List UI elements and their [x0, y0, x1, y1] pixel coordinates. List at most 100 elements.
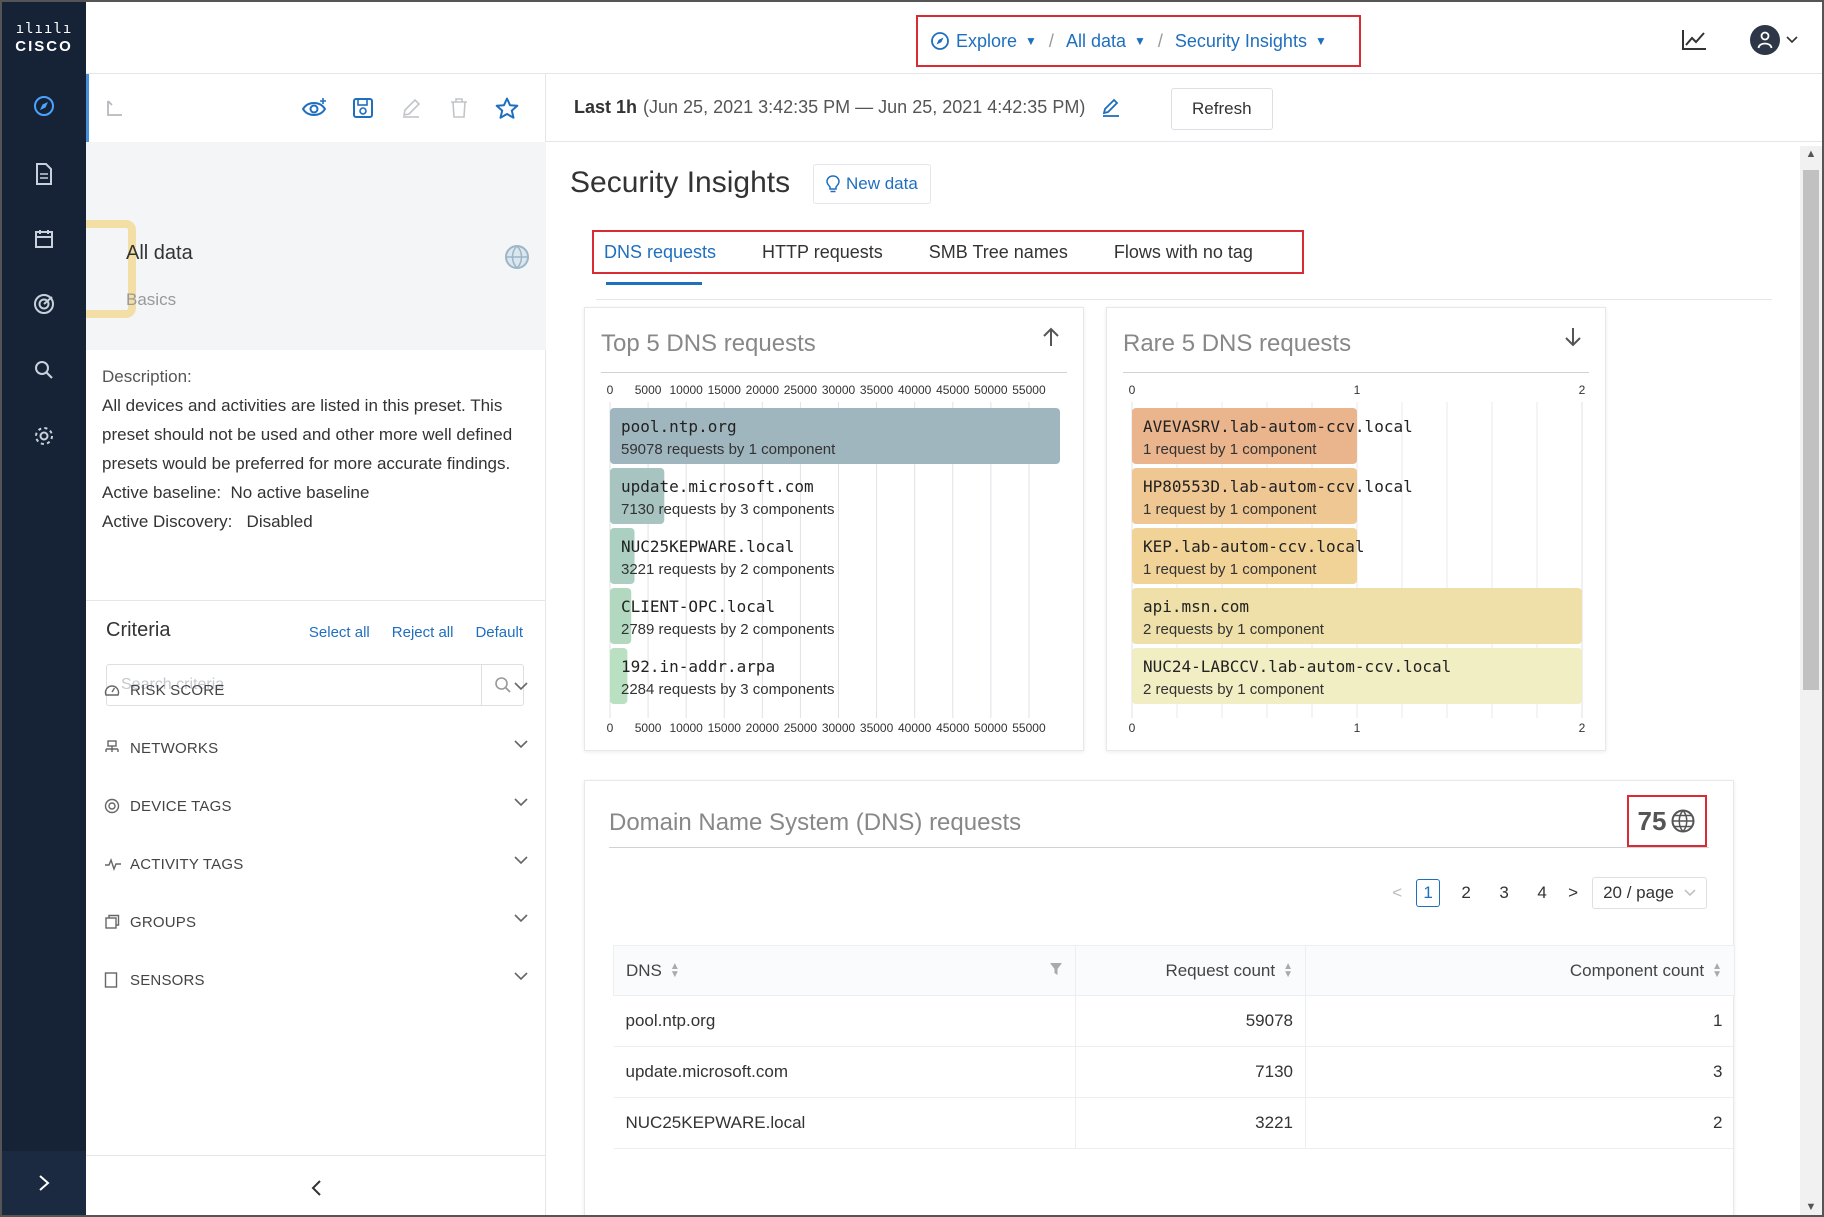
sort-icon[interactable]: ▲ ▼ — [1712, 962, 1722, 980]
rare-dns-card: Rare 5 DNS requests 0 0 1 1 2 2 AVEVASRV.lab-a… — [1106, 307, 1606, 751]
page-size-select[interactable]: 20 / page — [1592, 877, 1707, 909]
expand-nav-button[interactable] — [2, 1151, 86, 1215]
bottom-tick-label: 35000 — [860, 721, 894, 735]
page-size-value: 20 / page — [1603, 883, 1674, 902]
criteria-device-tags[interactable]: DEVICE TAGS — [104, 786, 528, 826]
save-preset-button[interactable] — [347, 92, 379, 124]
column-label: Component count — [1569, 960, 1705, 980]
dns-table-title: Domain Name System (DNS) requests — [609, 809, 1022, 836]
criteria-label: DEVICE TAGS — [130, 797, 232, 815]
page-2-button[interactable]: 2 — [1454, 883, 1478, 903]
next-page-button[interactable]: > — [1568, 883, 1578, 903]
delete-preset-button[interactable] — [443, 92, 475, 124]
new-data-button[interactable]: New data — [813, 164, 931, 204]
criteria-title: Criteria — [106, 619, 171, 641]
edit-preset-button[interactable] — [395, 92, 427, 124]
events-nav-button[interactable] — [2, 207, 86, 271]
preset-header: All data Basics — [86, 142, 546, 350]
breadcrumb-security-insights[interactable]: Security Insights — [1175, 31, 1307, 52]
compass-icon — [34, 96, 54, 116]
preset-toolbar — [86, 74, 546, 142]
description-label: Description: — [102, 367, 192, 386]
back-button[interactable] — [99, 92, 131, 124]
collapse-panel-button[interactable] — [86, 1155, 546, 1215]
monitor-nav-button[interactable] — [2, 272, 86, 336]
page-4-button[interactable]: 4 — [1530, 883, 1554, 903]
monitor-preset-button[interactable] — [299, 92, 331, 124]
chevron-left-icon — [311, 1179, 321, 1196]
favorite-preset-button[interactable] — [491, 92, 523, 124]
search-nav-button[interactable] — [2, 338, 86, 402]
settings-nav-button[interactable] — [2, 404, 86, 468]
table-row[interactable]: update.microsoft.com 7130 3 — [613, 1046, 1735, 1098]
compass-icon — [931, 32, 949, 50]
tab-flows-with-no-tag[interactable]: Flows with no tag — [1104, 232, 1275, 272]
sort-icon[interactable]: ▲ ▼ — [670, 962, 680, 980]
tab-list: DNS requests HTTP requests SMB Tree name… — [592, 230, 1304, 274]
rare-dns-chart: 0 0 1 1 2 2 AVEVASRV.lab-autom-ccv.local 1 requ… — [1129, 383, 1586, 735]
default-link[interactable]: Default — [475, 624, 523, 641]
scrollbar[interactable]: ▲ ▼ — [1800, 146, 1822, 1215]
tab-http-requests[interactable]: HTTP requests — [752, 232, 905, 272]
criteria-networks[interactable]: NETWORKS — [104, 728, 528, 768]
bar-category-label: HP80553D.lab-autom-ccv.local — [1143, 477, 1413, 496]
breadcrumb: Explore ▼ / All data ▼ / Security Insigh… — [916, 15, 1361, 67]
breadcrumb-explore[interactable]: Explore — [956, 31, 1017, 52]
tab-smb-tree-names[interactable]: SMB Tree names — [919, 232, 1090, 272]
top-tick-label: 0 — [1129, 383, 1136, 397]
time-range-label: Last 1h — [574, 97, 638, 117]
pagination: < 1 2 3 4 > 20 / page — [1392, 877, 1707, 909]
prev-page-button[interactable]: < — [1392, 883, 1402, 903]
globe-icon — [1671, 809, 1695, 833]
globe-icon — [504, 244, 530, 275]
criteria-groups[interactable]: GROUPS — [104, 902, 528, 942]
column-header-component-count[interactable]: Component count ▲ ▼ — [1305, 945, 1735, 996]
widgets-button[interactable] — [1676, 22, 1712, 58]
table-row[interactable]: NUC25KEPWARE.local 3221 2 — [613, 1097, 1735, 1149]
scroll-up-arrow[interactable]: ▲ — [1800, 148, 1822, 160]
chevron-down-icon — [514, 798, 528, 807]
column-header-dns[interactable]: DNS ▲ ▼ — [613, 945, 1076, 996]
radar-icon — [34, 294, 54, 314]
caret-down-icon[interactable]: ▼ — [1134, 34, 1146, 48]
caret-down-icon[interactable]: ▼ — [1025, 34, 1037, 48]
filter-icon[interactable] — [1049, 961, 1063, 981]
bar-category-label: pool.ntp.org — [621, 417, 737, 436]
eye-plus-icon — [301, 98, 327, 116]
caret-down-icon[interactable]: ▼ — [1315, 34, 1327, 48]
page-3-button[interactable]: 3 — [1492, 883, 1516, 903]
bar-value-label: 2789 requests by 2 components — [621, 621, 834, 638]
tab-dns-requests[interactable]: DNS requests — [594, 232, 738, 272]
pencil-icon — [402, 98, 421, 118]
bar-value-label: 1 request by 1 component — [1143, 441, 1317, 458]
criteria-sensors[interactable]: SENSORS — [104, 960, 528, 1000]
scroll-down-arrow[interactable]: ▼ — [1800, 1201, 1822, 1213]
user-menu-button[interactable] — [1750, 20, 1798, 60]
edit-time-range-button[interactable] — [1101, 98, 1121, 118]
star-icon — [495, 97, 519, 119]
bar-category-label: update.microsoft.com — [621, 477, 814, 496]
component-count-cell: 2 — [1305, 1097, 1735, 1149]
criteria-risk-score[interactable]: RISK SCORE — [104, 670, 528, 710]
criteria-activity-tags[interactable]: ACTIVITY TAGS — [104, 844, 528, 884]
dns-cell: NUC25KEPWARE.local — [613, 1097, 1076, 1149]
scrollbar-thumb[interactable] — [1803, 170, 1819, 690]
reports-nav-button[interactable] — [2, 142, 86, 206]
bar-category-label: AVEVASRV.lab-autom-ccv.local — [1143, 417, 1413, 436]
explore-nav-button[interactable] — [2, 74, 86, 138]
breadcrumb-all-data[interactable]: All data — [1066, 31, 1126, 52]
column-header-request-count[interactable]: Request count ▲ ▼ — [1075, 945, 1306, 996]
chevron-down-icon — [514, 856, 528, 865]
refresh-button[interactable]: Refresh — [1171, 88, 1273, 130]
criteria-label: SENSORS — [130, 971, 205, 989]
reject-all-link[interactable]: Reject all — [392, 624, 454, 641]
criteria-label: NETWORKS — [130, 739, 219, 757]
select-all-link[interactable]: Select all — [309, 624, 370, 641]
bar-category-label: KEP.lab-autom-ccv.local — [1143, 537, 1365, 556]
new-data-label: New data — [846, 174, 918, 193]
dns-cell: pool.ntp.org — [613, 995, 1076, 1047]
sort-icon[interactable]: ▲ ▼ — [1283, 962, 1293, 980]
app-window: ılıılı CISCO Explore ▼ / All data ▼ / Se… — [0, 0, 1824, 1217]
page-1-button[interactable]: 1 — [1416, 879, 1441, 907]
table-row[interactable]: pool.ntp.org 59078 1 — [613, 995, 1735, 1047]
